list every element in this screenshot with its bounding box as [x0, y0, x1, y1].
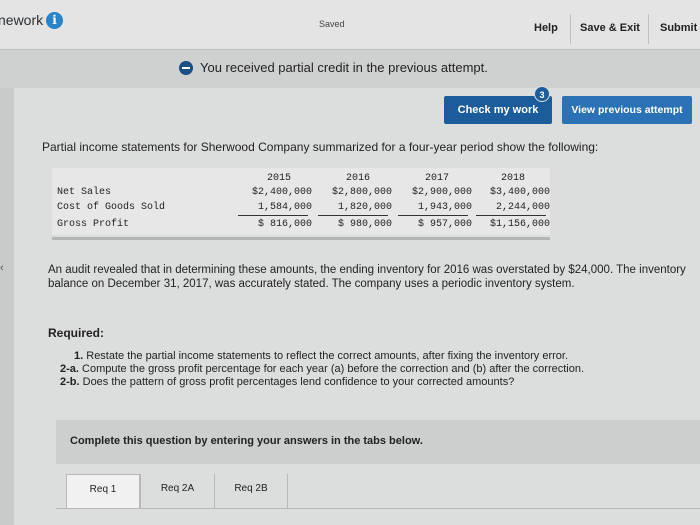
- subtotal-rule: [318, 215, 388, 216]
- instruction-text: Complete this question by entering your …: [70, 435, 423, 447]
- table-cell: $ 816,000: [257, 219, 312, 230]
- year-header: 2017: [424, 173, 449, 184]
- item-text: Compute the gross profit percentage for …: [82, 363, 585, 375]
- subtotal-rule: [398, 215, 468, 216]
- audit-description: An audit revealed that in determining th…: [48, 264, 686, 290]
- table-cell: $ 980,000: [337, 219, 392, 230]
- tab-underline: [56, 508, 700, 509]
- header-divider: [648, 14, 649, 44]
- table-cell: 1,584,000: [257, 202, 312, 213]
- tab-req-2a[interactable]: Req 2A: [140, 474, 214, 508]
- subtotal-rule: [476, 215, 546, 216]
- saved-status: Saved: [319, 19, 345, 29]
- table-cell: 2,244,000: [495, 202, 550, 213]
- notice-message: You received partial credit in the previ…: [200, 60, 488, 75]
- minus-circle-icon: [179, 61, 193, 75]
- tab-req-1[interactable]: Req 1: [66, 474, 140, 508]
- save-exit-button[interactable]: Save & Exit: [580, 22, 640, 34]
- item-number: 1.: [74, 350, 84, 362]
- help-button[interactable]: Help: [534, 22, 558, 34]
- table-cell: 1,820,000: [337, 202, 392, 213]
- tab-bar: Req 1 Req 2A Req 2B: [56, 464, 700, 525]
- table-cell: $3,400,000: [489, 187, 550, 198]
- item-number: 2-b.: [60, 376, 80, 388]
- item-number: 2-a.: [60, 363, 79, 375]
- assignment-title: nework: [0, 12, 44, 28]
- table-cell: 1,943,000: [417, 202, 472, 213]
- row-label: Cost of Goods Sold: [57, 202, 166, 213]
- required-list: 1. Restate the partial income statements…: [48, 350, 688, 389]
- tab-req-2b[interactable]: Req 2B: [214, 474, 288, 508]
- required-item: 2-a. Compute the gross profit percentage…: [48, 363, 688, 376]
- table-cell: $2,800,000: [331, 187, 392, 198]
- partial-credit-notice: You received partial credit in the previ…: [0, 50, 700, 88]
- header-divider: [570, 14, 571, 44]
- item-text: Restate the partial income statements to…: [86, 350, 569, 362]
- required-heading: Required:: [48, 326, 105, 340]
- check-my-work-button[interactable]: Check my work: [444, 96, 552, 124]
- year-header: 2015: [266, 173, 291, 184]
- table-cell: $2,900,000: [411, 187, 472, 198]
- info-icon[interactable]: i: [46, 12, 63, 29]
- subtotal-rule: [238, 215, 308, 216]
- table-cell: $1,156,000: [489, 219, 550, 230]
- table-cell: $2,400,000: [251, 187, 312, 198]
- year-header: 2016: [345, 173, 370, 184]
- question-intro: Partial income statements for Sherwood C…: [42, 140, 599, 154]
- chevron-left-icon[interactable]: ‹: [0, 262, 4, 274]
- row-label: Gross Profit: [57, 219, 130, 230]
- submit-button[interactable]: Submit: [660, 22, 697, 34]
- top-bar: nework i Saved Help Save & Exit Submit: [0, 0, 700, 50]
- view-previous-attempt-button[interactable]: View previous attempt: [562, 96, 692, 124]
- check-attempts-badge: 3: [534, 86, 550, 102]
- table-base-rule: [52, 237, 550, 240]
- year-header: 2018: [500, 173, 525, 184]
- required-item: 2-b. Does the pattern of gross profit pe…: [48, 376, 688, 389]
- required-item: 1. Restate the partial income statements…: [48, 350, 688, 363]
- table-cell: $ 957,000: [417, 219, 472, 230]
- question-panel: Check my work 3 View previous attempt Pa…: [14, 86, 700, 525]
- instruction-banner: Complete this question by entering your …: [56, 420, 700, 464]
- item-text: Does the pattern of gross profit percent…: [82, 376, 515, 388]
- row-label: Net Sales: [57, 187, 112, 198]
- income-statement-table: 2015 2016 2017 2018 Net Sales $2,400,000…: [52, 168, 550, 235]
